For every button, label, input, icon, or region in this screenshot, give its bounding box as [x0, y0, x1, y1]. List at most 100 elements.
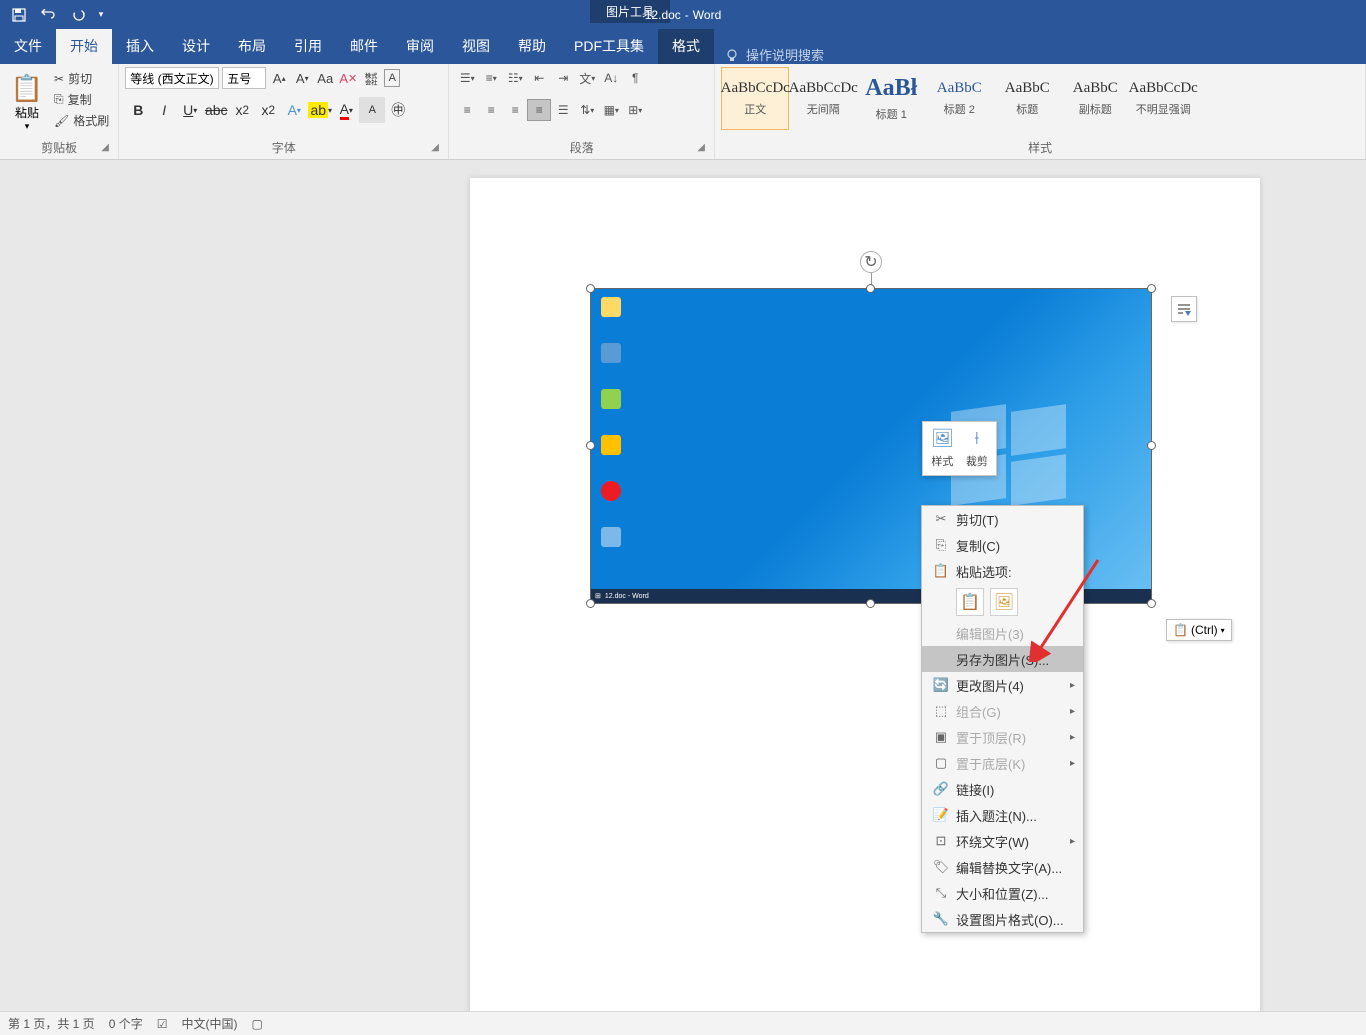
resize-handle-tl[interactable]	[586, 284, 595, 293]
cm-cut[interactable]: ✂剪切(T)	[922, 506, 1083, 532]
text-effects-button[interactable]: A▾	[281, 97, 307, 123]
char-border-button[interactable]: A	[384, 69, 400, 87]
distributed-button[interactable]: ☰	[551, 99, 575, 121]
tab-review[interactable]: 审阅	[392, 28, 448, 64]
align-left-button[interactable]: ≡	[455, 99, 479, 121]
style-item-0[interactable]: AaBbCcDc正文	[721, 67, 789, 130]
strikethrough-button[interactable]: abc	[203, 97, 229, 123]
format-painter-button[interactable]: 🖌格式刷	[51, 111, 112, 130]
line-spacing-button[interactable]: ⇅▾	[575, 99, 599, 121]
phonetic-guide-button[interactable]: ㍿	[361, 67, 381, 89]
tab-home[interactable]: 开始	[56, 28, 112, 64]
tab-file[interactable]: 文件	[0, 28, 56, 64]
show-hide-button[interactable]: ¶	[623, 67, 647, 89]
bold-button[interactable]: B	[125, 97, 151, 123]
bullets-button[interactable]: ☰▾	[455, 67, 479, 89]
context-menu: ✂剪切(T) ⎘复制(C) 📋粘贴选项: 📋 🖼 编辑图片(3) 另存为图片(S…	[921, 505, 1084, 933]
picture-style-icon: 🖼	[931, 428, 954, 449]
underline-button[interactable]: U▾	[177, 97, 203, 123]
italic-button[interactable]: I	[151, 97, 177, 123]
cut-button[interactable]: ✂剪切	[51, 69, 112, 88]
style-item-3[interactable]: AaBbC标题 2	[925, 67, 993, 130]
layout-options-button[interactable]	[1171, 296, 1197, 322]
document-page[interactable]: ⊞ 12.doc - Word ↻ 🖼 样式	[470, 178, 1260, 1011]
resize-handle-br[interactable]	[1147, 599, 1156, 608]
style-item-1[interactable]: AaBbCcDc无间隔	[789, 67, 857, 130]
tab-references[interactable]: 引用	[280, 28, 336, 64]
paste-option-keep-source[interactable]: 📋	[956, 588, 984, 616]
enclose-chars-button[interactable]: ㊥	[385, 97, 411, 123]
rotate-handle[interactable]: ↻	[860, 251, 882, 273]
status-page[interactable]: 第 1 页，共 1 页	[8, 1015, 95, 1032]
resize-handle-mr[interactable]	[1147, 441, 1156, 450]
undo-button[interactable]	[34, 0, 64, 29]
decrease-indent-button[interactable]: ⇤	[527, 67, 551, 89]
font-size-selector[interactable]	[222, 67, 266, 89]
sort-button[interactable]: A↓	[599, 67, 623, 89]
tab-layout[interactable]: 布局	[224, 28, 280, 64]
style-item-2[interactable]: AaBł标题 1	[857, 67, 925, 130]
copy-button[interactable]: ⎘复制	[51, 90, 112, 109]
paste-button[interactable]: 📋 粘贴 ▾	[6, 67, 48, 137]
char-shading-button[interactable]: A	[359, 97, 385, 123]
font-name-selector[interactable]	[125, 67, 219, 89]
status-word-count[interactable]: 0 个字	[109, 1015, 143, 1032]
status-macro-recording[interactable]: ▢	[251, 1017, 262, 1031]
cm-format-picture[interactable]: 🔧设置图片格式(O)...	[922, 906, 1083, 932]
mini-crop-button[interactable]: ⟊ 裁剪	[966, 428, 988, 469]
subscript-button[interactable]: x2	[229, 97, 255, 123]
numbering-button[interactable]: ≡▾	[479, 67, 503, 89]
redo-button[interactable]	[64, 0, 94, 29]
cm-change-picture[interactable]: 🔄更改图片(4)▸	[922, 672, 1083, 698]
resize-handle-tm[interactable]	[866, 284, 875, 293]
save-button[interactable]	[4, 0, 34, 29]
qat-customize[interactable]: ▾	[94, 0, 108, 29]
cm-size-position[interactable]: ⤡大小和位置(Z)...	[922, 880, 1083, 906]
cm-edit-alt-text[interactable]: 🏷编辑替换文字(A)...	[922, 854, 1083, 880]
tab-design[interactable]: 设计	[168, 28, 224, 64]
style-item-6[interactable]: AaBbCcDc不明显强调	[1129, 67, 1197, 130]
paragraph-launcher[interactable]: ◢	[697, 142, 711, 156]
status-proofing[interactable]: ☑	[157, 1017, 168, 1031]
tab-view[interactable]: 视图	[448, 28, 504, 64]
link-icon: 🔗	[930, 781, 952, 797]
paste-option-picture[interactable]: 🖼	[990, 588, 1018, 616]
style-item-4[interactable]: AaBbC标题	[993, 67, 1061, 130]
superscript-button[interactable]: x2	[255, 97, 281, 123]
cm-wrap-text[interactable]: ⊡环绕文字(W)▸	[922, 828, 1083, 854]
align-right-button[interactable]: ≡	[503, 99, 527, 121]
font-launcher[interactable]: ◢	[431, 142, 445, 156]
cm-insert-caption[interactable]: 📝插入题注(N)...	[922, 802, 1083, 828]
shrink-font-button[interactable]: A▾	[292, 67, 312, 89]
resize-handle-bl[interactable]	[586, 599, 595, 608]
grow-font-button[interactable]: A▴	[269, 67, 289, 89]
asian-layout-button[interactable]: 文▾	[575, 67, 599, 89]
multilevel-list-button[interactable]: ☷▾	[503, 67, 527, 89]
borders-button[interactable]: ⊞▾	[623, 99, 647, 121]
resize-handle-tr[interactable]	[1147, 284, 1156, 293]
align-center-button[interactable]: ≡	[479, 99, 503, 121]
highlight-button[interactable]: ab▾	[307, 97, 333, 123]
tab-help[interactable]: 帮助	[504, 28, 560, 64]
status-language[interactable]: 中文(中国)	[181, 1015, 237, 1032]
clipboard-launcher[interactable]: ◢	[101, 142, 115, 156]
increase-indent-button[interactable]: ⇥	[551, 67, 575, 89]
style-item-5[interactable]: AaBbC副标题	[1061, 67, 1129, 130]
mini-style-button[interactable]: 🖼 样式	[931, 428, 954, 469]
cm-copy[interactable]: ⎘复制(C)	[922, 532, 1083, 558]
shading-button[interactable]: ▦▾	[599, 99, 623, 121]
clear-formatting-button[interactable]: A✕	[338, 67, 358, 89]
font-color-button[interactable]: A▾	[333, 97, 359, 123]
cm-link[interactable]: 🔗链接(I)	[922, 776, 1083, 802]
tab-format[interactable]: 格式	[658, 28, 714, 64]
tab-insert[interactable]: 插入	[112, 28, 168, 64]
tab-mailings[interactable]: 邮件	[336, 28, 392, 64]
cm-save-as-picture[interactable]: 另存为图片(S)...	[922, 646, 1083, 672]
paste-options-ctrl-popup[interactable]: 📋 (Ctrl) ▾	[1166, 619, 1232, 641]
resize-handle-ml[interactable]	[586, 441, 595, 450]
resize-handle-bm[interactable]	[866, 599, 875, 608]
tab-pdf-tools[interactable]: PDF工具集	[560, 28, 658, 64]
change-case-button[interactable]: Aa	[315, 67, 335, 89]
tell-me-search[interactable]: 操作说明搜索	[714, 45, 834, 64]
justify-button[interactable]: ≡	[527, 99, 551, 121]
